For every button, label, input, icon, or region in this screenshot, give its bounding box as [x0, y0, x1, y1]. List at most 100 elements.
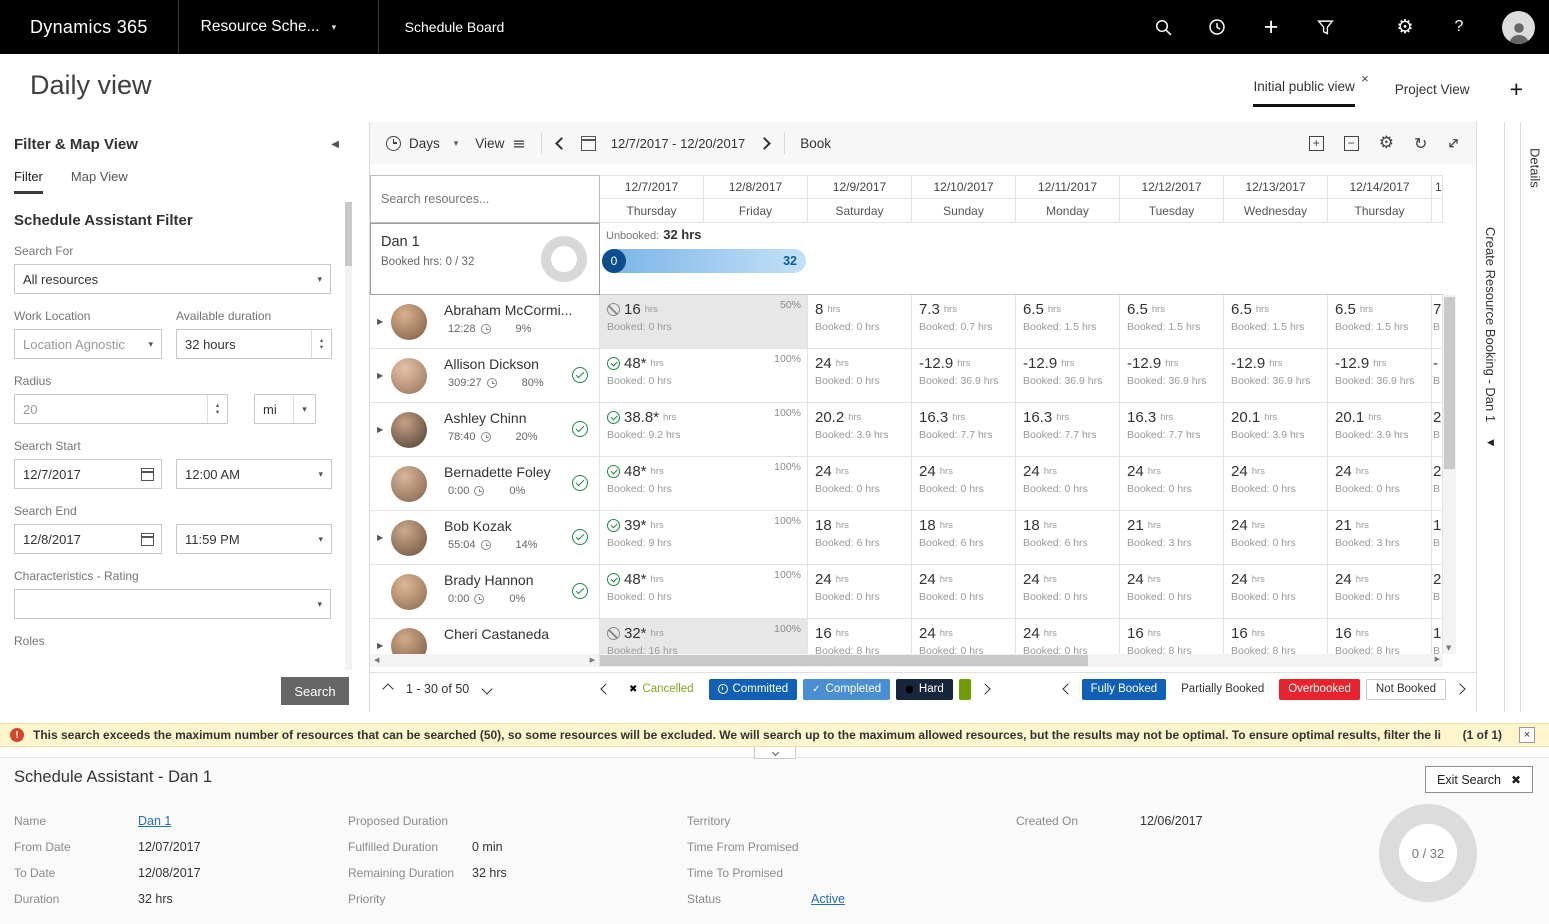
day-availability-cell[interactable]: -12.9hrsBooked: 36.9 hrs: [1016, 349, 1120, 403]
scrollbar-thumb[interactable]: [600, 655, 1088, 666]
day-availability-cell[interactable]: 6.5hrsBooked: 1.5 hrs: [1120, 295, 1224, 349]
legend-status-soft-partial[interactable]: [959, 679, 971, 700]
search-resources-input[interactable]: [381, 192, 589, 206]
day-availability-cell[interactable]: 18hrsBooked: 6 hrs: [808, 511, 912, 565]
fullscreen-icon[interactable]: ↔: [1443, 132, 1465, 154]
scrollbar-thumb[interactable]: [345, 202, 352, 266]
collapse-all-icon[interactable]: −: [1344, 136, 1359, 151]
day-availability-cell[interactable]: 6.5hrsBooked: 1.5 hrs: [1224, 295, 1328, 349]
search-for-select[interactable]: All resources ▾: [14, 264, 331, 294]
radius-unit-select[interactable]: mi ▾: [254, 394, 316, 424]
scroll-right-icon[interactable]: ▶: [1435, 656, 1440, 663]
availability-window-cell[interactable]: 50%16hrsBooked: 0 hrs: [600, 295, 808, 349]
characteristics-select[interactable]: ▾: [14, 589, 331, 619]
day-availability-cell[interactable]: 24hrsBooked: 0 hrs: [912, 565, 1016, 619]
book-button[interactable]: Book: [800, 136, 831, 151]
booking-legend-next-icon[interactable]: [1454, 683, 1465, 694]
resource-list-item[interactable]: ▶Bob Kozak55:0414%: [370, 511, 600, 565]
dynamics-logo[interactable]: Dynamics 365: [0, 17, 178, 38]
stepper-arrows-icon[interactable]: ▴▾: [207, 395, 227, 423]
day-availability-cell[interactable]: -12.9hrsBooked: 36.9 hrs: [912, 349, 1016, 403]
calendar-icon[interactable]: [141, 533, 154, 546]
day-availability-cell[interactable]: 24hrsBooked: 0 hrs: [808, 457, 912, 511]
date-column-header[interactable]: 12/11/2017: [1016, 175, 1120, 199]
expand-row-icon[interactable]: ▶: [377, 641, 383, 650]
grid-horizontal-scrollbar[interactable]: ▶: [600, 654, 1443, 667]
calendar-icon[interactable]: [141, 468, 154, 481]
expand-left-icon[interactable]: ◀: [1487, 438, 1494, 448]
expand-row-icon[interactable]: ▶: [377, 371, 383, 380]
search-start-date-input[interactable]: 12/7/2017: [14, 459, 162, 489]
availability-window-cell[interactable]: 100%48*hrsBooked: 0 hrs: [600, 457, 808, 511]
availability-window-cell[interactable]: 100%38.8*hrsBooked: 9.2 hrs: [600, 403, 808, 457]
day-availability-cell[interactable]: 1hrsB: [1432, 619, 1443, 654]
day-availability-cell[interactable]: 2hrsB: [1432, 565, 1443, 619]
day-availability-cell[interactable]: 24hrsBooked: 0 hrs: [1224, 457, 1328, 511]
status-legend-next-icon[interactable]: [979, 683, 990, 694]
expand-row-icon[interactable]: ▶: [377, 425, 383, 434]
day-availability-cell[interactable]: 24hrsBooked: 0 hrs: [1016, 619, 1120, 654]
day-availability-cell[interactable]: 18hrsBooked: 6 hrs: [912, 511, 1016, 565]
date-column-header[interactable]: 12/7/2017: [600, 175, 704, 199]
resource-list-item[interactable]: ▶Abraham McCormi...12:289%: [370, 295, 600, 349]
day-availability-cell[interactable]: 16.3hrsBooked: 7.7 hrs: [912, 403, 1016, 457]
day-availability-cell[interactable]: 16hrsBooked: 8 hrs: [1328, 619, 1432, 654]
legend-status-committed[interactable]: Committed: [709, 679, 798, 700]
available-duration-stepper[interactable]: 32 hours ▴▾: [176, 329, 332, 359]
legend-status-completed[interactable]: ✓Completed: [803, 679, 890, 700]
date-column-header[interactable]: 12/12/2017: [1120, 175, 1224, 199]
day-availability-cell[interactable]: 16hrsBooked: 8 hrs: [1224, 619, 1328, 654]
day-availability-cell[interactable]: 24hrsBooked: 0 hrs: [1016, 565, 1120, 619]
search-start-time-select[interactable]: 12:00 AM ▾: [176, 459, 332, 489]
availability-window-cell[interactable]: 100%32*hrsBooked: 16 hrs: [600, 619, 808, 654]
legend-booking-notb[interactable]: Not Booked: [1366, 679, 1446, 700]
availability-window-cell[interactable]: 100%48*hrsBooked: 0 hrs: [600, 565, 808, 619]
user-avatar[interactable]: [1502, 11, 1535, 44]
resource-list-item[interactable]: ▶Cheri Castaneda: [370, 619, 600, 654]
day-availability-cell[interactable]: 24hrsBooked: 0 hrs: [1120, 457, 1224, 511]
booking-legend-prev-icon[interactable]: [1062, 683, 1073, 694]
search-end-time-select[interactable]: 11:59 PM ▾: [176, 524, 332, 554]
help-icon[interactable]: ?: [1448, 16, 1470, 38]
demand-resource-card[interactable]: Dan 1 Booked hrs: 0 / 32: [370, 223, 600, 295]
legend-booking-over[interactable]: Overbooked: [1279, 679, 1360, 700]
scrollbar-thumb[interactable]: [1444, 297, 1455, 469]
date-column-header[interactable]: 12/: [1432, 175, 1443, 199]
refresh-icon[interactable]: ↻: [1414, 134, 1427, 153]
day-availability-cell[interactable]: 2hrsB: [1432, 457, 1443, 511]
resource-list-item[interactable]: Brady Hannon0:000%: [370, 565, 600, 619]
page-down-icon[interactable]: [482, 683, 493, 694]
recent-history-icon[interactable]: [1206, 16, 1228, 38]
filter-funnel-icon[interactable]: [1314, 16, 1336, 38]
grid-vertical-scrollbar[interactable]: ▼: [1443, 295, 1456, 654]
stepper-arrows-icon[interactable]: ▴▾: [311, 330, 331, 358]
search-icon[interactable]: [1152, 16, 1174, 38]
day-availability-cell[interactable]: 24hrsBooked: 0 hrs: [1120, 565, 1224, 619]
board-settings-gear-icon[interactable]: ⚙: [1379, 133, 1394, 153]
legend-booking-fully[interactable]: Fully Booked: [1082, 679, 1166, 700]
resource-list-item[interactable]: ▶Allison Dickson309:2780%: [370, 349, 600, 403]
day-availability-cell[interactable]: 6.5hrsBooked: 1.5 hrs: [1328, 295, 1432, 349]
expand-all-icon[interactable]: +: [1309, 136, 1324, 151]
day-availability-cell[interactable]: 20.1hrsBooked: 3.9 hrs: [1328, 403, 1432, 457]
page-up-icon[interactable]: [382, 683, 393, 694]
create-booking-strip[interactable]: Create Resource Booking - Dan 1 ◀: [1476, 122, 1505, 712]
radius-stepper[interactable]: 20 ▴▾: [14, 394, 228, 424]
day-availability-cell[interactable]: 24hrsBooked: 0 hrs: [808, 349, 912, 403]
day-availability-cell[interactable]: -12.9hrsBooked: 36.9 hrs: [1328, 349, 1432, 403]
date-column-header[interactable]: 12/10/2017: [912, 175, 1016, 199]
add-view-icon[interactable]: +: [1510, 76, 1523, 107]
resource-list-item[interactable]: Bernadette Foley0:000%: [370, 457, 600, 511]
day-availability-cell[interactable]: 2hrsB: [1432, 403, 1443, 457]
previous-period-icon[interactable]: [555, 137, 568, 150]
collapse-panel-icon[interactable]: ◀: [331, 139, 339, 150]
day-availability-cell[interactable]: 18hrsBooked: 6 hrs: [1016, 511, 1120, 565]
work-location-select[interactable]: Location Agnostic ▾: [14, 329, 162, 359]
app-switcher[interactable]: Resource Sche... ▾: [178, 0, 378, 54]
day-availability-cell[interactable]: 24hrsBooked: 0 hrs: [1224, 565, 1328, 619]
day-availability-cell[interactable]: 8hrsBooked: 0 hrs: [808, 295, 912, 349]
day-availability-cell[interactable]: -hrsB: [1432, 349, 1443, 403]
tab-project-view[interactable]: Project View: [1395, 82, 1470, 107]
expand-panel-handle[interactable]: [754, 747, 796, 759]
scroll-left-icon[interactable]: ◀: [374, 657, 379, 664]
